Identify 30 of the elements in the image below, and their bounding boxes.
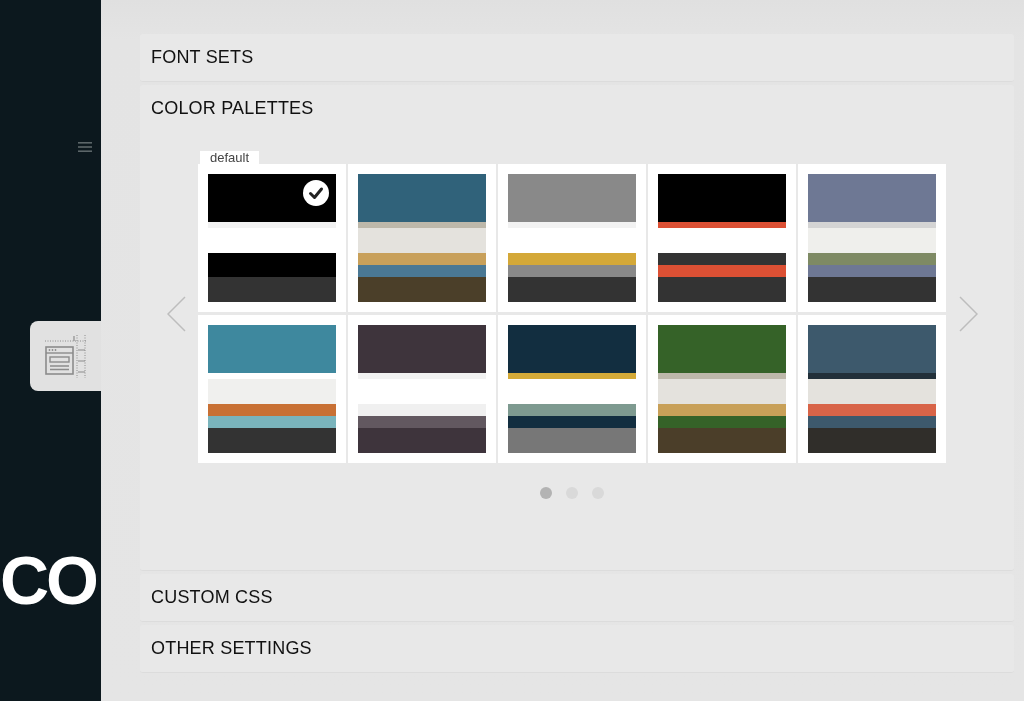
color-swatch-icon bbox=[658, 174, 786, 302]
color-swatch-icon bbox=[658, 325, 786, 453]
palette-card[interactable] bbox=[648, 315, 796, 463]
hero-text: CO bbox=[0, 546, 96, 614]
palette-card[interactable] bbox=[348, 164, 496, 312]
color-swatch-icon bbox=[208, 325, 336, 453]
accordion-header[interactable]: CUSTOM CSS bbox=[140, 574, 1014, 621]
palette-card[interactable] bbox=[498, 164, 646, 312]
palette-card[interactable] bbox=[648, 164, 796, 312]
color-swatch-icon bbox=[508, 325, 636, 453]
color-swatch-icon bbox=[808, 174, 936, 302]
palette-card[interactable] bbox=[798, 315, 946, 463]
palette-card[interactable] bbox=[498, 315, 646, 463]
accordion-header[interactable]: COLOR PALETTES bbox=[140, 85, 1014, 131]
palette-card[interactable] bbox=[198, 164, 346, 312]
color-swatch-icon bbox=[808, 325, 936, 453]
check-icon bbox=[303, 180, 329, 206]
color-swatch-icon bbox=[208, 174, 336, 302]
color-swatch-icon bbox=[508, 174, 636, 302]
layout-icon bbox=[44, 334, 89, 378]
accordion-header[interactable]: FONT SETS bbox=[140, 34, 1014, 81]
palette-card[interactable] bbox=[348, 315, 496, 463]
palette-card[interactable] bbox=[798, 164, 946, 312]
color-swatch-icon bbox=[358, 325, 486, 453]
menu-icon bbox=[78, 142, 92, 152]
palette-card[interactable] bbox=[198, 315, 346, 463]
palette-name-label: default bbox=[200, 151, 260, 165]
accordion-header[interactable]: OTHER SETTINGS bbox=[140, 625, 1014, 672]
page-dot[interactable] bbox=[540, 487, 552, 499]
color-swatch-icon bbox=[358, 174, 486, 302]
